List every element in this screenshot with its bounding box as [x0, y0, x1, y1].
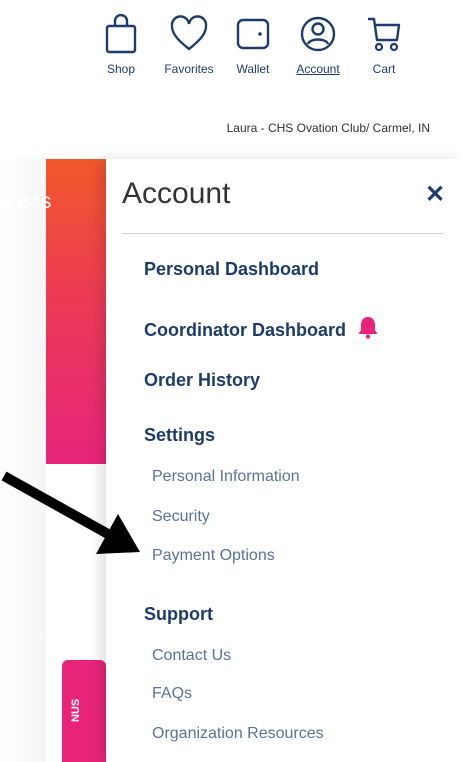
nav-shop[interactable]: Shop — [86, 14, 156, 76]
security-link[interactable]: Security — [152, 508, 210, 526]
bonus-tab-text: NUS — [70, 698, 82, 722]
coordinator-dashboard-link[interactable]: Coordinator Dashboard — [144, 315, 379, 341]
wallet-icon — [236, 18, 270, 50]
nav-cart-label: Cart — [372, 62, 396, 76]
order-history-link[interactable]: Order History — [144, 370, 260, 391]
nav-account-label: Account — [296, 62, 340, 76]
account-drawer: Account ✕ Personal Dashboard Coordinator… — [106, 159, 463, 762]
top-nav: Shop Favorites Wallet Account Cart — [92, 14, 452, 94]
page-background — [0, 159, 46, 762]
faqs-link[interactable]: FAQs — [152, 685, 192, 703]
payment-options-link[interactable]: Payment Options — [152, 547, 275, 565]
organization-resources-link[interactable]: Organization Resources — [152, 725, 324, 743]
nav-wallet[interactable]: Wallet — [218, 14, 288, 76]
cart-icon — [368, 17, 401, 52]
contact-us-link[interactable]: Contact Us — [152, 647, 231, 665]
nav-favorites[interactable]: Favorites — [154, 14, 224, 76]
settings-heading: Settings — [144, 425, 216, 445]
user-org-label: Laura - CHS Ovation Club/ Carmel, IN — [226, 121, 430, 135]
drawer-title: Account — [122, 177, 231, 210]
heart-icon — [170, 15, 208, 51]
nav-favorites-label: Favorites — [164, 62, 214, 76]
hero-text: n eas — [0, 190, 52, 213]
annotation-arrow-icon — [1, 471, 140, 554]
personal-information-link[interactable]: Personal Information — [152, 468, 300, 486]
support-heading: Support — [144, 604, 213, 624]
user-circle-icon — [300, 16, 336, 52]
coordinator-dashboard-label: Coordinator Dashboard — [144, 320, 347, 340]
shopping-bag-icon — [105, 14, 137, 54]
nav-account[interactable]: Account — [283, 14, 353, 76]
nav-shop-label: Shop — [106, 62, 136, 76]
nav-cart[interactable]: Cart — [349, 14, 419, 76]
close-icon[interactable]: ✕ — [423, 183, 447, 207]
bonus-tab[interactable]: NUS — [62, 660, 106, 762]
personal-dashboard-link[interactable]: Personal Dashboard — [144, 259, 319, 280]
bell-icon — [358, 317, 378, 339]
nav-wallet-label: Wallet — [236, 62, 270, 76]
divider — [122, 233, 444, 234]
